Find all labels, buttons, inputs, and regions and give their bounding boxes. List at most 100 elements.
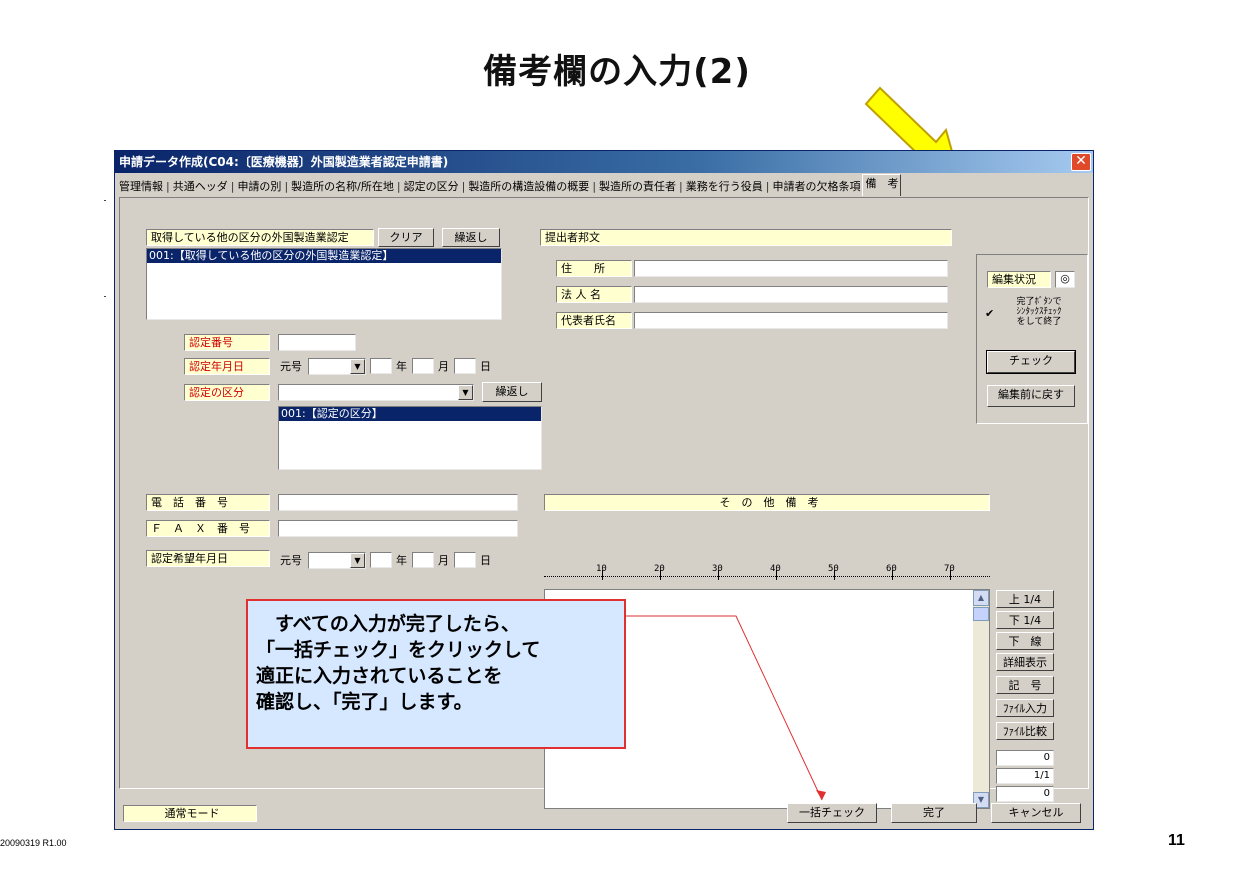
corp-name-input[interactable] [634, 286, 948, 303]
tab-bar: 管理情報 | 共通ヘッダ | 申請の別 | 製造所の名称/所在地 | 認定の区分 | 製造所の構造設… [117, 174, 902, 197]
clear-button[interactable]: クリア [378, 228, 434, 247]
page-down-button[interactable]: 下 1/4 [996, 611, 1054, 629]
page-number: 11 [1168, 832, 1185, 849]
cancel-button[interactable]: キャンセル [991, 803, 1081, 823]
tab-officers[interactable]: 業務を行う役員 [684, 180, 765, 193]
year-label: 年 [396, 554, 407, 567]
representative-label: 代表者氏名 [556, 312, 632, 329]
chevron-down-icon[interactable]: ▼ [458, 385, 473, 400]
fax-input[interactable] [278, 520, 518, 537]
phone-input[interactable] [278, 494, 518, 511]
desired-date-label: 認定希望年月日 [146, 550, 270, 567]
address-input[interactable] [634, 260, 948, 277]
ruler-number: 20 [654, 564, 665, 574]
corp-name-label: 法 人 名 [556, 286, 632, 303]
slide-title: 備考欄の入力(2) [483, 52, 751, 92]
detail-view-button[interactable]: 詳細表示 [996, 653, 1054, 671]
checkbox-label: 完了ﾎﾞﾀﾝで ｼﾝﾀｯｸｽﾁｪｯｸ をして終了 [1016, 297, 1062, 327]
year-label: 年 [396, 360, 407, 373]
ruler-number: 10 [596, 564, 607, 574]
tab-facility-manager[interactable]: 製造所の責任者 [597, 180, 678, 193]
address-label: 住 所 [556, 260, 632, 277]
window-title: 申請データ作成(C04:〔医療機器〕外国製造業者認定申請書) [119, 155, 449, 169]
footer-code: 20090319 R1.00 [0, 838, 67, 848]
ruler-number: 70 [944, 564, 955, 574]
remarks-header: そ の 他 備 考 [544, 494, 990, 511]
done-button[interactable]: 完了 [891, 803, 977, 823]
cert-repeat-button[interactable]: 繰返し [482, 382, 542, 402]
tab-facility-structure[interactable]: 製造所の構造設備の概要 [466, 180, 591, 193]
instruction-callout: すべての入力が完了したら、 「一括チェック」をクリックして 適正に入力されている… [246, 599, 626, 749]
tab-common-header[interactable]: 共通ヘッダ [171, 180, 230, 193]
ruler-number: 30 [712, 564, 723, 574]
other-cert-label: 取得している他の区分の外国製造業認定 [146, 229, 374, 246]
callout-line: 確認し、「完了」します。 [256, 691, 473, 713]
day-label: 日 [480, 360, 491, 373]
callout-line: 「一括チェック」をクリックして [256, 639, 541, 661]
callout-line: すべての入力が完了したら、 [256, 613, 520, 635]
edge-mark [104, 296, 106, 297]
other-cert-list[interactable]: 001:【取得している他の区分の外国製造業認定】 [146, 248, 502, 320]
ruler-number: 40 [770, 564, 781, 574]
scroll-up-icon[interactable]: ▲ [973, 590, 989, 606]
page-up-button[interactable]: 上 1/4 [996, 590, 1054, 608]
day-input[interactable] [454, 358, 476, 374]
file-input-button[interactable]: ﾌｧｲﾙ入力 [996, 699, 1054, 717]
cert-number-label: 認定番号 [184, 334, 270, 351]
checkbox-icon[interactable]: ✔ [985, 305, 994, 322]
cert-number-input[interactable] [278, 334, 356, 351]
tab-facility-name[interactable]: 製造所の名称/所在地 [289, 180, 396, 193]
symbol-button[interactable]: 記 号 [996, 676, 1054, 694]
tab-disqualification[interactable]: 申請者の欠格条項 [770, 180, 862, 193]
repeat-button[interactable]: 繰返し [442, 228, 500, 247]
cert-date-label: 認定年月日 [184, 358, 270, 375]
close-button[interactable]: ✕ [1071, 153, 1091, 171]
scrollbar[interactable]: ▲ ▼ [973, 590, 989, 808]
tab-remarks[interactable]: 備 考 [862, 174, 902, 196]
submitter-header: 提出者邦文 [540, 229, 952, 246]
month-label: 月 [438, 360, 449, 373]
era-select[interactable]: ▼ [308, 358, 366, 375]
underline-button[interactable]: 下 線 [996, 632, 1054, 650]
page-counter-field: 1/1 [996, 768, 1054, 784]
cert-category-list[interactable]: 001:【認定の区分】 [278, 406, 542, 470]
list-item[interactable]: 001:【認定の区分】 [279, 407, 541, 421]
phone-label: 電 話 番 号 [146, 494, 270, 511]
edit-status-indicator: ◎ [1055, 271, 1075, 288]
month-input[interactable] [412, 358, 434, 374]
counter-field: 0 [996, 750, 1054, 766]
chevron-down-icon[interactable]: ▼ [350, 359, 365, 374]
window-titlebar: 申請データ作成(C04:〔医療機器〕外国製造業者認定申請書) ✕ [115, 151, 1093, 173]
cert-category-select[interactable]: ▼ [278, 384, 474, 401]
day-label: 日 [480, 554, 491, 567]
fax-label: Ｆ Ａ Ｘ 番 号 [146, 520, 270, 537]
file-compare-button[interactable]: ﾌｧｲﾙ比較 [996, 722, 1054, 740]
callout-connector [626, 615, 826, 801]
edit-status-label: 編集状況 [987, 271, 1051, 288]
tab-management[interactable]: 管理情報 [117, 180, 165, 193]
column-ruler: 10 20 30 40 50 60 70 [544, 564, 990, 582]
representative-input[interactable] [634, 312, 948, 329]
check-button[interactable]: チェック [986, 350, 1076, 374]
edge-mark [104, 200, 106, 201]
tab-cert-category[interactable]: 認定の区分 [402, 180, 461, 193]
revert-button[interactable]: 編集前に戻す [987, 385, 1075, 407]
era-label: 元号 [280, 554, 302, 567]
ruler-number: 60 [886, 564, 897, 574]
era-label: 元号 [280, 360, 302, 373]
chevron-down-icon[interactable]: ▼ [350, 553, 365, 568]
mode-indicator: 通常モード [123, 805, 257, 822]
desired-year-input[interactable] [370, 552, 392, 568]
counter-field: 0 [996, 786, 1054, 802]
month-label: 月 [438, 554, 449, 567]
tab-application-type[interactable]: 申請の別 [235, 180, 283, 193]
cert-category-label: 認定の区分 [184, 384, 270, 401]
ruler-number: 50 [828, 564, 839, 574]
callout-line: 適正に入力されていることを [256, 665, 503, 687]
year-input[interactable] [370, 358, 392, 374]
list-item[interactable]: 001:【取得している他の区分の外国製造業認定】 [147, 249, 501, 263]
scroll-thumb[interactable] [973, 607, 989, 621]
desired-month-input[interactable] [412, 552, 434, 568]
desired-day-input[interactable] [454, 552, 476, 568]
desired-era-select[interactable]: ▼ [308, 552, 366, 569]
